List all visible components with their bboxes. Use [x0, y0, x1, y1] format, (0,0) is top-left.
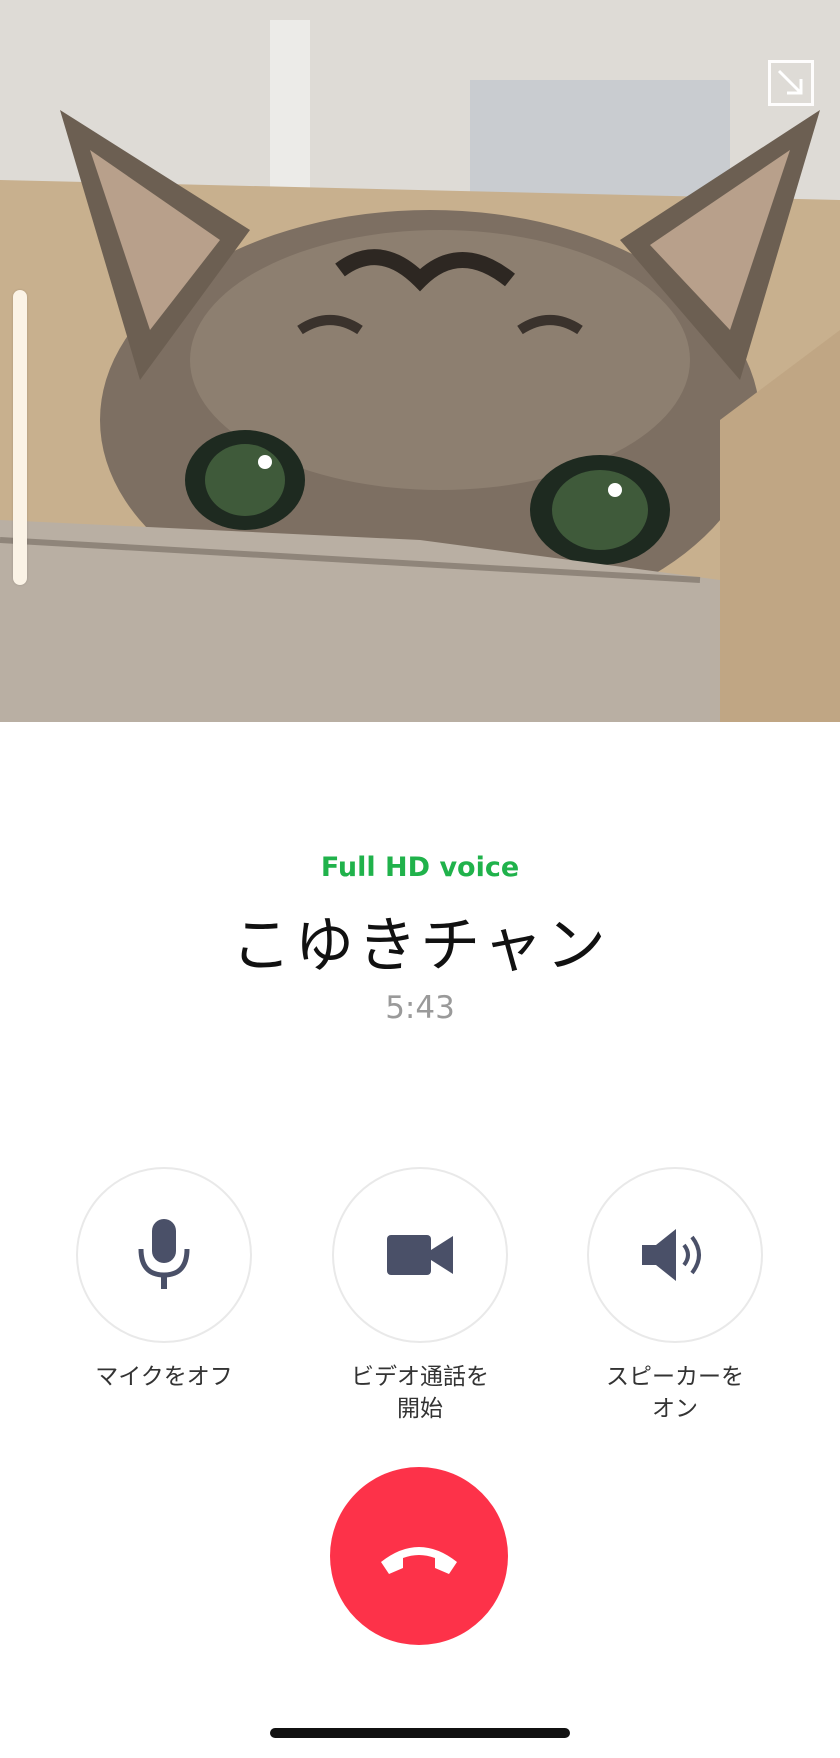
cat-in-box-photo: [0, 0, 840, 722]
start-video-control[interactable]: ビデオ通話を 開始: [290, 1167, 550, 1425]
contact-photo: [0, 0, 840, 722]
end-call-button[interactable]: [330, 1467, 508, 1645]
call-quality-label: Full HD voice: [320, 852, 520, 883]
home-indicator[interactable]: [270, 1728, 570, 1738]
speaker-button[interactable]: [587, 1167, 763, 1343]
minimize-arrow-icon: [777, 69, 803, 95]
call-duration: 5:43: [385, 990, 455, 1026]
start-video-label: ビデオ通話を 開始: [351, 1364, 489, 1422]
video-camera-icon: [387, 1235, 453, 1275]
mute-mic-control[interactable]: マイクをオフ: [34, 1167, 294, 1393]
microphone-icon: [138, 1219, 190, 1289]
mute-mic-button[interactable]: [76, 1167, 252, 1343]
contact-name: こゆきチャン: [231, 911, 609, 981]
status-bar: [0, 0, 840, 10]
speaker-icon: [642, 1229, 701, 1281]
start-video-button[interactable]: [332, 1167, 508, 1343]
hang-up-phone-icon: [381, 1547, 457, 1574]
volume-indicator[interactable]: [13, 290, 27, 585]
mute-mic-label: マイクをオフ: [95, 1364, 233, 1390]
speaker-label: スピーカーを オン: [606, 1364, 744, 1422]
speaker-control[interactable]: スピーカーを オン: [545, 1167, 805, 1425]
minimize-button[interactable]: [768, 60, 814, 106]
